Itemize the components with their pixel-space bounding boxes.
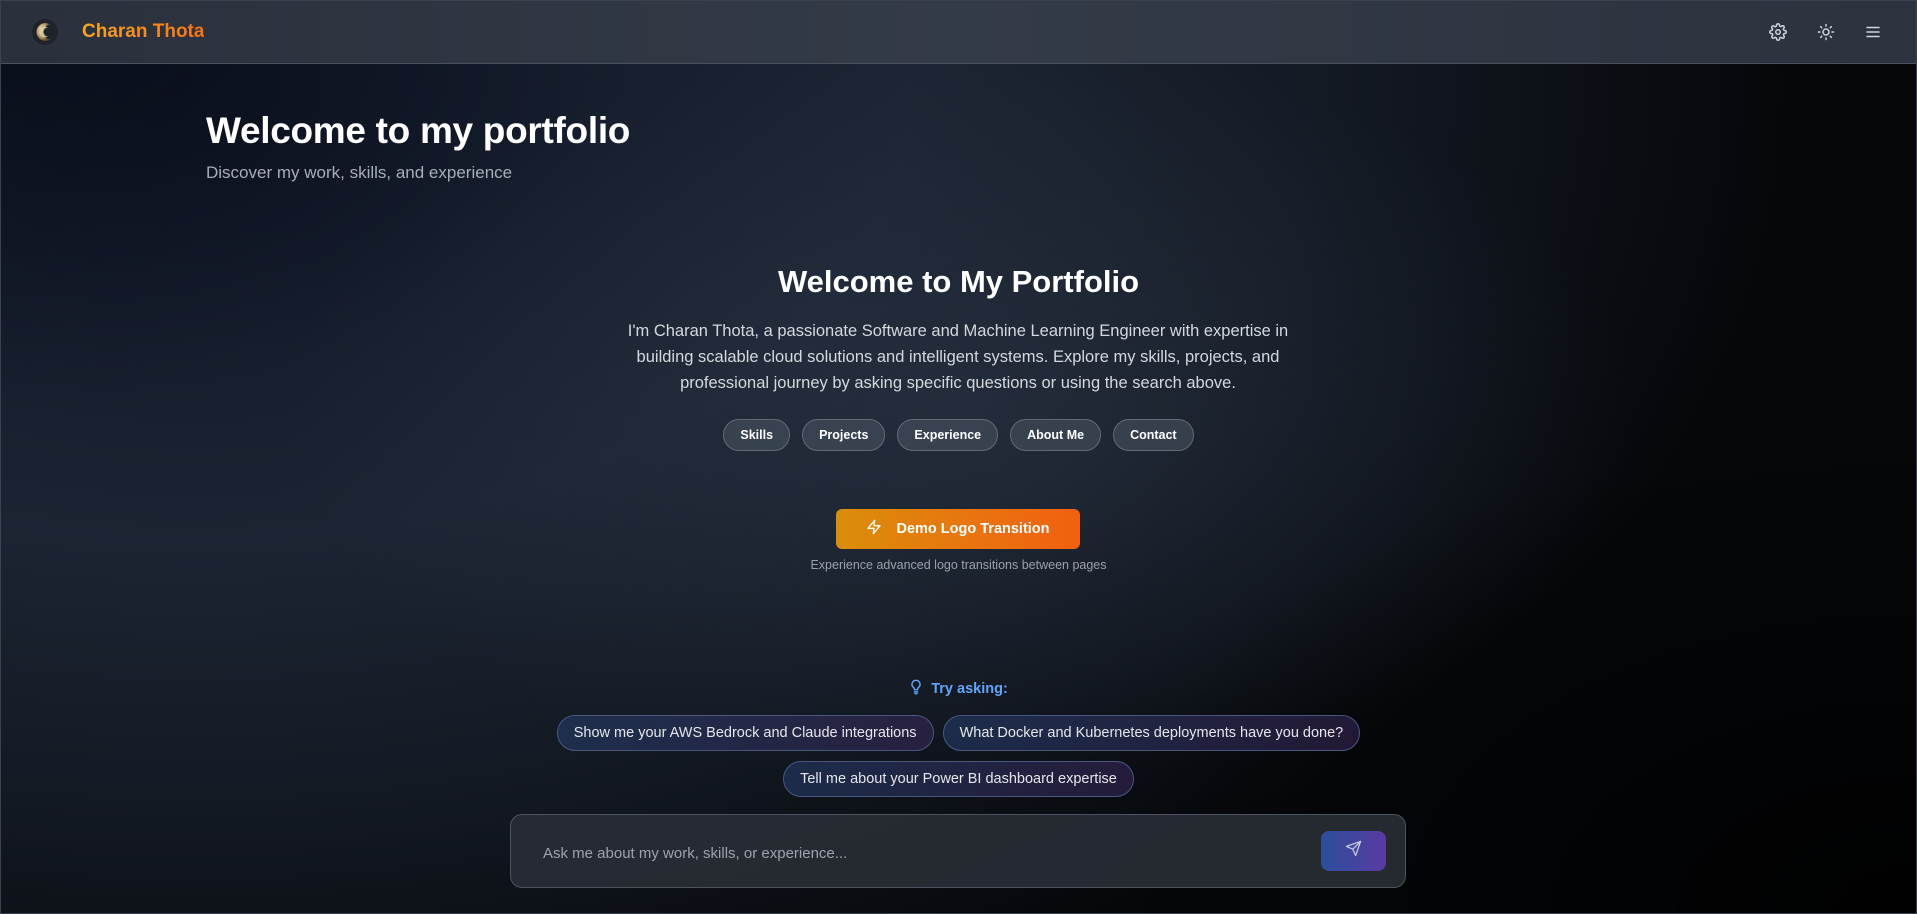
send-button[interactable]	[1321, 831, 1386, 871]
brand-name[interactable]: Charan Thota	[82, 21, 204, 43]
hero-description: I'm Charan Thota, a passionate Software …	[627, 322, 1289, 392]
page-title: Welcome to my portfolio	[206, 110, 631, 151]
suggestion-row-1: Show me your AWS Bedrock and Claude inte…	[0, 715, 1917, 751]
chip-experience[interactable]: Experience	[897, 419, 999, 451]
sun-icon[interactable]	[1814, 20, 1838, 44]
top-navbar: Charan Thota	[0, 0, 1917, 64]
suggestion-row-2: Tell me about your Power BI dashboard ex…	[0, 761, 1917, 797]
lightbulb-icon	[909, 679, 923, 699]
hero-title: Welcome to My Portfolio	[777, 264, 1140, 299]
chip-about-me[interactable]: About Me	[1010, 419, 1102, 451]
lightning-icon	[866, 519, 882, 539]
crescent-logo-icon[interactable]	[30, 17, 60, 47]
gear-icon[interactable]	[1766, 20, 1790, 44]
chip-skills[interactable]: Skills	[723, 419, 791, 451]
portfolio-page: { "header": { "brand": "Charan Thota", "…	[0, 0, 1917, 914]
chat-input-box	[510, 814, 1406, 888]
demo-button-label: Demo Logo Transition	[896, 521, 1050, 537]
menu-icon[interactable]	[1861, 20, 1885, 44]
try-asking-heading: Try asking:	[0, 679, 1917, 699]
suggestion-power-bi[interactable]: Tell me about your Power BI dashboard ex…	[783, 761, 1134, 797]
suggestion-docker-kubernetes[interactable]: What Docker and Kubernetes deployments h…	[942, 715, 1361, 751]
suggestion-aws-bedrock[interactable]: Show me your AWS Bedrock and Claude inte…	[556, 715, 934, 751]
page-subtitle: Discover my work, skills, and experience	[206, 163, 513, 182]
send-icon	[1345, 840, 1362, 862]
demo-logo-transition-button[interactable]: Demo Logo Transition	[836, 509, 1080, 549]
demo-caption: Experience advanced logo transitions bet…	[810, 558, 1107, 572]
chip-contact[interactable]: Contact	[1113, 419, 1194, 451]
quick-nav-chips: Skills Projects Experience About Me Cont…	[0, 419, 1917, 451]
chat-input[interactable]	[541, 837, 1305, 869]
try-asking-label: Try asking:	[931, 681, 1008, 697]
chip-projects[interactable]: Projects	[802, 419, 886, 451]
